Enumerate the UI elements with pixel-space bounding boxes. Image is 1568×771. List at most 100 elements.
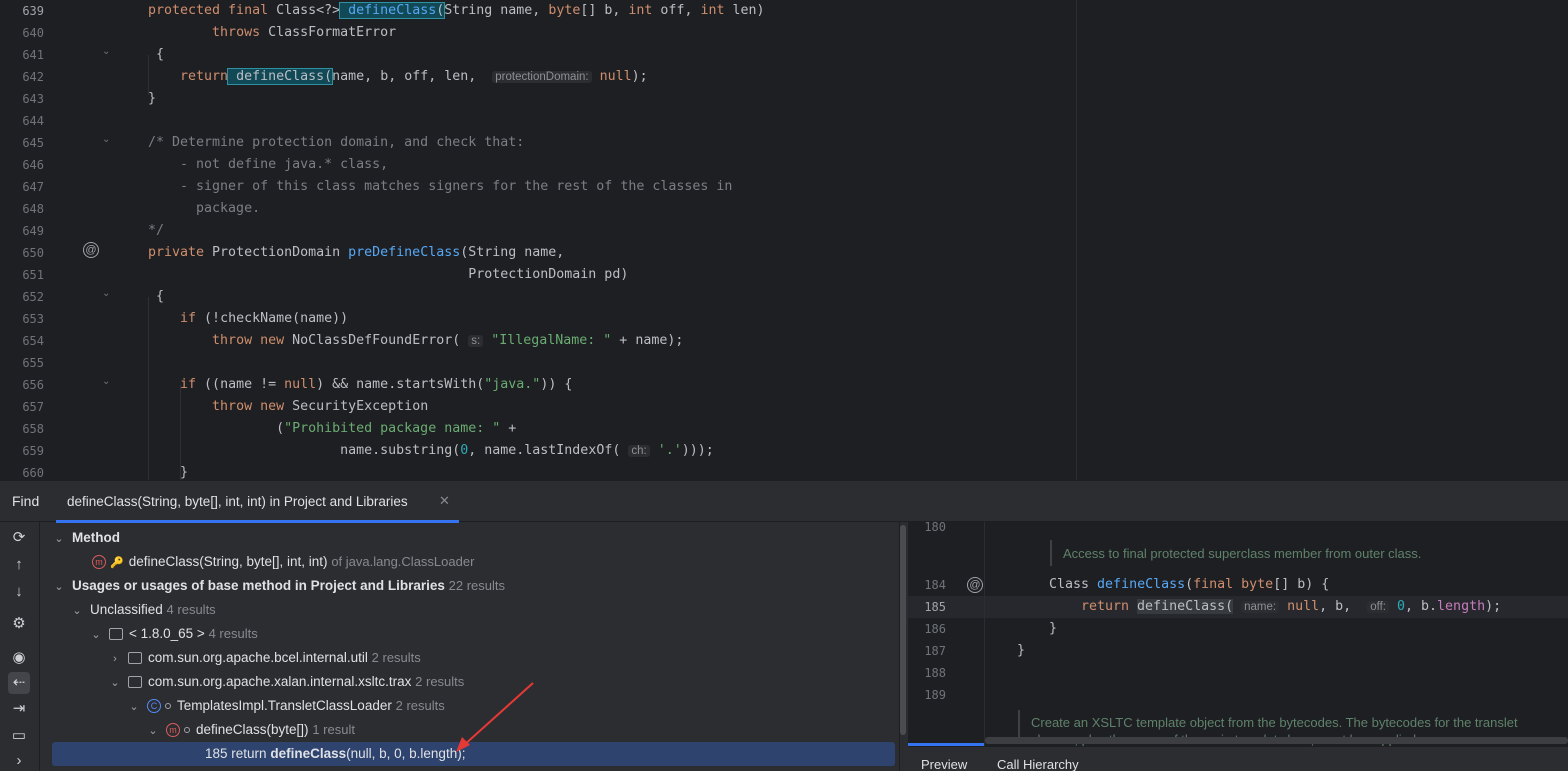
doc-comment: Access to final protected superclass mem… [1063,546,1422,561]
gear-icon[interactable]: ⚙ [8,613,30,635]
tab-preview[interactable]: Preview [921,757,967,771]
group-by-folder-icon[interactable]: ▭ [8,725,30,747]
code-line: if ((name != null) && name.startsWith("j… [180,377,573,392]
code-line: throw new NoClassDefFoundError( s: "Ille… [212,333,684,348]
override-marker-icon[interactable]: @ [967,577,983,593]
find-tab-bar: Find defineClass(String, byte[], int, in… [0,481,1568,523]
horizontal-scrollbar[interactable] [985,737,1568,744]
line-number: 651 [22,268,44,282]
chevron-down-icon[interactable]: ⌄ [52,527,66,551]
fold-toggle-icon[interactable]: ⌄ [102,47,112,57]
find-results-tab[interactable]: defineClass(String, byte[], int, int) in… [56,481,459,523]
line-number: 660 [22,466,44,480]
visibility-icon [184,727,190,734]
node-label: Method [72,530,120,545]
chevron-right-icon[interactable]: › [108,647,122,671]
preview-line-number: 185 [924,600,946,614]
tree-node-class[interactable]: ⌄ C TemplatesImpl.TransletClassLoader 2 re… [127,694,445,718]
vertical-scrollbar[interactable] [900,525,906,735]
arrow-up-icon[interactable]: ↑ [8,554,30,576]
node-label: TemplatesImpl.TransletClassLoader [177,698,392,713]
preview-code-line: Class defineClass(final byte[] b) { [1049,577,1330,592]
line-number: 639 [22,4,44,18]
code-line: { [148,47,165,62]
line-number: 646 [22,158,44,172]
doc-comment-bar [1018,710,1020,740]
code-line: { [148,289,165,304]
chevron-down-icon[interactable]: ⌄ [52,575,66,599]
chevron-down-icon[interactable]: ⌄ [89,623,103,647]
eye-icon[interactable]: ◉ [8,647,30,669]
tree-node-method[interactable]: ⌄ Method [52,526,120,550]
preview-line-number: 188 [924,666,946,680]
code-line: name.substring(0, name.lastIndexOf( ch: … [148,443,714,458]
close-icon[interactable]: ✕ [439,493,450,509]
tree-node-package[interactable]: › com.sun.org.apache.bcel.internal.util 2… [108,646,421,670]
code-line: if (!checkName(name)) [180,311,349,326]
line-number: 648 [22,202,44,216]
show-read-access-icon[interactable]: ⇠ [8,672,30,694]
line-number: 658 [22,422,44,436]
line-number: 654 [22,334,44,348]
line-number: 643 [22,92,44,106]
line-number: 641 [22,48,44,62]
code-line: protected final Class<?> defineClass(Str… [148,2,765,19]
fold-toggle-icon[interactable]: ⌄ [102,377,112,387]
doc-comment-bar [1050,540,1052,566]
preview-code-line: } [1049,621,1058,636]
line-number: 649 [22,224,44,238]
lock-icon: 🔑 [110,557,124,569]
line-number: 645 [22,136,44,150]
tree-node-method-usage[interactable]: ⌄ m defineClass(byte[]) 1 result [146,718,355,742]
chevron-down-icon[interactable]: ⌄ [146,719,160,743]
line-number-gutter: 639 640 641 642 643 644 645 646 647 648 649 650 651 6… [0,0,48,480]
param-hint: off: [1367,601,1389,613]
chevron-down-icon[interactable]: ⌄ [127,695,141,719]
tree-node-jdk[interactable]: ⌄ < 1.8.0_65 > 4 results [89,622,258,647]
line-number: 650 [22,246,44,260]
param-hint: ch: [628,445,650,457]
usage-row-selected[interactable]: 185 return defineClass(null, b, 0, b.len… [52,742,895,766]
tree-node-method-sig[interactable]: m 🔑 defineClass(String, byte[], int, int) … [92,550,474,574]
usages-tree[interactable]: ⌄ Method m 🔑 defineClass(String, byte[], in… [50,522,898,771]
code-line: return defineClass(name, b, off, len, pr… [180,68,648,85]
result-count: 2 results [415,674,465,689]
expand-icon[interactable]: › [8,750,30,771]
usage-code: (null, b, 0, b.length); [346,746,466,761]
find-tool-window: Find defineClass(String, byte[], int, in… [0,480,1568,771]
code-line: ("Prohibited package name: " + [148,421,517,436]
tab-call-hierarchy[interactable]: Call Hierarchy [997,757,1079,771]
chevron-down-icon[interactable]: ⌄ [108,671,122,695]
usage-line-number: 185 [205,746,228,761]
tree-node-package[interactable]: ⌄ com.sun.org.apache.xalan.internal.xsltc… [108,670,464,694]
chevron-down-icon[interactable]: ⌄ [70,599,84,623]
code-line: private ProtectionDomain preDefineClass(… [148,245,565,260]
show-write-access-icon[interactable]: ⇥ [8,698,30,720]
rerun-icon[interactable]: ⟳ [8,527,30,549]
tree-node-usages[interactable]: ⌄ Usages or usages of base method in Proj… [52,574,505,598]
result-count: 1 result [312,722,355,737]
preview-pane[interactable]: 180 Access to final protected superclass… [908,522,1568,771]
preview-tabs: Preview Call Hierarchy [908,743,1568,771]
class-icon: C [147,699,161,714]
line-number: 653 [22,312,44,326]
result-count: 2 results [395,698,445,713]
line-number: 647 [22,180,44,194]
node-label: < 1.8.0_65 > [129,626,205,641]
arrow-down-icon[interactable]: ↓ [8,581,30,603]
override-marker-icon[interactable]: @ [83,242,99,258]
fold-toggle-icon[interactable]: ⌄ [102,135,112,145]
code-line: /* Determine protection domain, and chec… [148,135,525,150]
code-line: throws ClassFormatError [212,25,397,40]
tree-node-unclassified[interactable]: ⌄ Unclassified 4 results [70,598,215,623]
method-icon: m [166,723,180,738]
doc-comment: Create an XSLTC template object from the… [1031,715,1518,730]
code-editor[interactable]: 639 640 641 642 643 644 645 646 647 648 649 650 651 6… [0,0,1568,480]
fold-toggle-icon[interactable]: ⌄ [102,289,112,299]
tool-window-title: Find [12,493,40,509]
result-count: 22 results [448,578,505,593]
line-number: 659 [22,444,44,458]
code-line: - not define java.* class, [148,157,389,172]
result-count: 4 results [208,626,258,641]
